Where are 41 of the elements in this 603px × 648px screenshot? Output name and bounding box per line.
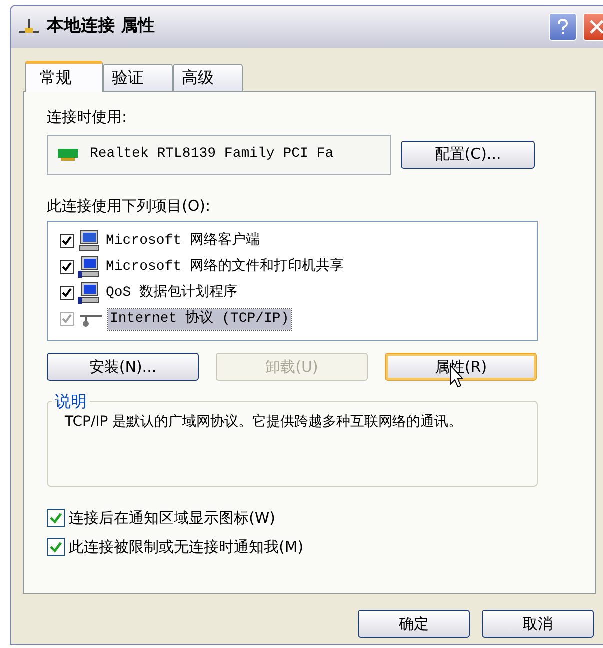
- help-icon: [557, 19, 569, 35]
- item-label: Internet 协议 (TCP/IP): [108, 308, 292, 330]
- check-icon: [62, 262, 72, 272]
- checkbox[interactable]: [47, 538, 65, 556]
- checkbox[interactable]: [47, 509, 65, 528]
- adapter-name: Realtek RTL8139 Family PCI Fa: [90, 145, 334, 164]
- tab[interactable]: 常规: [25, 61, 103, 92]
- item-label: Microsoft 网络的文件和打印机共享: [105, 257, 346, 276]
- close-button[interactable]: [583, 13, 603, 41]
- dialog-button[interactable]: 取消: [482, 610, 594, 638]
- help-button[interactable]: [549, 13, 577, 41]
- list-item[interactable]: Microsoft 网络客户端: [60, 228, 537, 254]
- item-label: Microsoft 网络客户端: [105, 231, 262, 250]
- list-item[interactable]: Microsoft 网络的文件和打印机共享: [60, 254, 537, 280]
- item-label: QoS 数据包计划程序: [105, 283, 239, 302]
- close-icon: [589, 19, 603, 35]
- option-label: 连接后在通知区域显示图标(W): [69, 508, 276, 529]
- tab[interactable]: 验证: [103, 64, 173, 91]
- description-text: TCP/IP 是默认的广域网协议。它提供跨越多种互联网络的通讯。: [65, 414, 464, 431]
- check-icon: [62, 236, 72, 246]
- configure-button[interactable]: 配置(C)...: [401, 140, 535, 168]
- check-icon: [50, 540, 62, 553]
- network-card-icon: [58, 148, 80, 162]
- computer-icon: [78, 230, 100, 252]
- check-icon: [62, 288, 72, 298]
- checkbox[interactable]: [60, 286, 74, 300]
- option-label: 此连接被限制或无连接时通知我(M): [69, 536, 304, 558]
- dialog-button[interactable]: 确定: [358, 610, 470, 638]
- window-title: 本地连接 属性: [47, 15, 156, 38]
- check-icon: [50, 512, 62, 524]
- action-button[interactable]: 安装(N)...: [47, 353, 199, 381]
- list-item[interactable]: QoS 数据包计划程序: [60, 280, 537, 306]
- adapter-label: 连接时使用:: [47, 107, 128, 128]
- checkbox[interactable]: [60, 234, 74, 248]
- tab[interactable]: 高级: [173, 64, 243, 91]
- computer-icon: [78, 282, 100, 304]
- check-icon: [62, 314, 72, 324]
- network-icon: [17, 18, 41, 36]
- checkbox[interactable]: [60, 260, 74, 274]
- computer-icon: [78, 256, 100, 278]
- components-label: 此连接使用下列项目(O):: [47, 196, 212, 216]
